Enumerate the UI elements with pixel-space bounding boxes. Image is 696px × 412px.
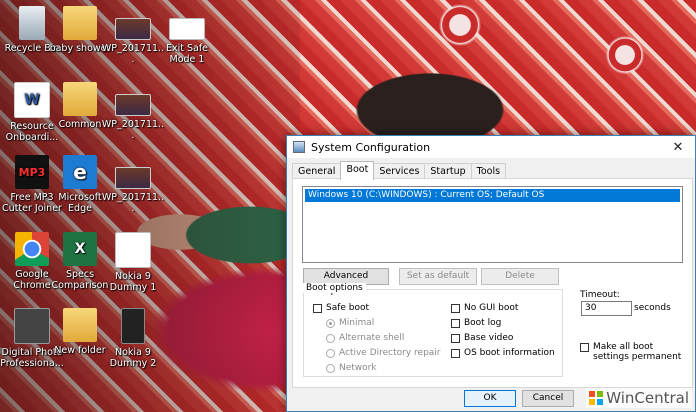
desktop-icon-label: WP_201711...	[101, 192, 165, 214]
boot-log-option[interactable]: Boot log	[451, 318, 501, 328]
network-radio[interactable]	[326, 363, 335, 373]
desktop-icon-wp-video-3[interactable]: WP_201711...	[101, 155, 165, 214]
wincentral-watermark: WinCentral	[586, 388, 692, 408]
desktop-icon-label: Nokia 9 Dummy 2	[109, 347, 157, 369]
delete-button[interactable]: Delete	[481, 268, 559, 285]
desktop-icon-wp-video-2[interactable]: WP_201711...	[101, 82, 165, 141]
boot-options-title: Boot options	[303, 283, 366, 293]
no-gui-boot-checkbox[interactable]	[451, 303, 460, 313]
window-titlebar[interactable]: System Configuration ✕	[287, 136, 695, 158]
photo-app-icon	[14, 308, 50, 344]
alternate-shell-label: Alternate shell	[339, 333, 405, 343]
safe-boot-label: Safe boot	[326, 303, 370, 313]
excel-spreadsheet-icon: X	[63, 232, 97, 266]
base-video-option[interactable]: Base video	[451, 333, 513, 343]
video-thumbnail-icon	[115, 167, 151, 189]
video-thumbnail-icon	[115, 94, 151, 116]
recycle-bin-icon	[19, 6, 45, 40]
os-boot-information-label: OS boot information	[464, 348, 555, 358]
msconfig-icon	[293, 141, 305, 153]
active-directory-repair-label: Active Directory repair	[339, 348, 441, 358]
desktop-icon-label: Exit Safe Mode 1	[165, 43, 209, 65]
os-list[interactable]: Windows 10 (C:\WINDOWS) : Current OS; De…	[302, 186, 683, 263]
minimal-label: Minimal	[339, 318, 375, 328]
tab-boot[interactable]: Boot	[340, 161, 375, 180]
set-as-default-button[interactable]: Set as default	[399, 268, 477, 285]
window-title: System Configuration	[311, 140, 431, 154]
desktop-icon-nokia-dummy-2[interactable]: Nokia 9 Dummy 2	[101, 308, 165, 369]
folder-icon	[63, 308, 97, 342]
minimal-radio[interactable]	[326, 318, 335, 328]
no-gui-boot-option[interactable]: No GUI boot	[451, 303, 518, 313]
desktop-icon-label: Nokia 9 Dummy 1	[109, 271, 157, 293]
close-icon[interactable]: ✕	[661, 136, 695, 158]
desktop-icon-exit-safe-mode[interactable]: Exit Safe Mode 1	[155, 6, 219, 65]
safe-boot-option[interactable]: Safe boot	[313, 303, 369, 313]
folder-icon	[63, 6, 97, 40]
video-thumbnail-icon	[115, 18, 151, 40]
chrome-browser-icon	[15, 232, 49, 266]
make-permanent-label: Make all boot settings permanent	[593, 342, 682, 362]
boot-log-checkbox[interactable]	[451, 318, 460, 328]
os-boot-information-checkbox[interactable]	[451, 348, 460, 358]
boot-log-label: Boot log	[464, 318, 502, 328]
phone-image-icon	[121, 308, 145, 344]
folder-icon	[63, 82, 97, 116]
safe-boot-checkbox[interactable]	[313, 303, 322, 313]
windows-logo-icon	[589, 391, 604, 405]
boot-tab-panel: Windows 10 (C:\WINDOWS) : Current OS; De…	[292, 178, 693, 388]
network-option[interactable]: Network	[326, 363, 377, 373]
alternate-shell-option[interactable]: Alternate shell	[326, 333, 404, 343]
watermark-text: WinCentral	[606, 389, 689, 407]
desktop-icon-nokia-dummy-1[interactable]: Nokia 9 Dummy 1	[101, 232, 165, 293]
cancel-button[interactable]: Cancel	[522, 390, 574, 407]
make-permanent-checkbox[interactable]	[580, 343, 589, 352]
system-configuration-window: System Configuration ✕ General Boot Serv…	[286, 135, 696, 412]
base-video-label: Base video	[464, 333, 514, 343]
minimal-option[interactable]: Minimal	[326, 318, 374, 328]
ok-button[interactable]: OK	[464, 390, 516, 407]
tab-strip: General Boot Services Startup Tools	[292, 161, 507, 180]
document-icon	[169, 18, 205, 40]
mp3-cutter-icon: MP3	[15, 155, 49, 189]
word-document-icon: W	[14, 82, 50, 118]
network-label: Network	[339, 363, 377, 373]
active-directory-repair-option[interactable]: Active Directory repair	[326, 348, 441, 358]
os-boot-information-option[interactable]: OS boot information	[451, 348, 555, 358]
image-file-icon	[115, 232, 151, 268]
desktop-icon-label: WP_201711...	[101, 119, 165, 141]
make-permanent-option[interactable]: Make all boot settings permanent	[580, 342, 690, 362]
timeout-label: Timeout:	[580, 290, 620, 300]
os-list-item[interactable]: Windows 10 (C:\WINDOWS) : Current OS; De…	[305, 189, 680, 202]
timeout-input[interactable]: 30	[581, 301, 632, 316]
edge-browser-icon: e	[63, 155, 97, 189]
base-video-checkbox[interactable]	[451, 333, 460, 343]
no-gui-boot-label: No GUI boot	[464, 303, 519, 313]
active-directory-repair-radio[interactable]	[326, 348, 335, 358]
alternate-shell-radio[interactable]	[326, 333, 335, 343]
timeout-unit-label: seconds	[634, 303, 671, 313]
